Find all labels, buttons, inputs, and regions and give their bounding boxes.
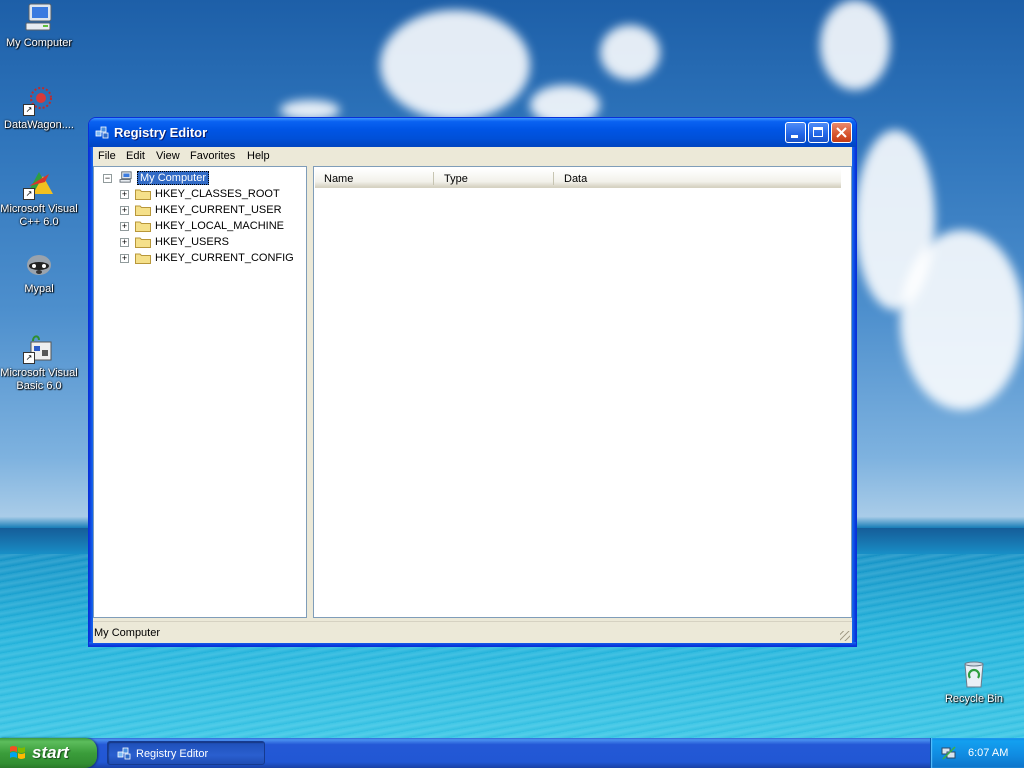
network-tray-icon[interactable] — [941, 745, 957, 761]
window-frame-right — [852, 147, 856, 646]
column-header-data[interactable]: Data — [564, 173, 587, 185]
expand-icon[interactable]: + — [120, 190, 129, 199]
desktop-icon-label: Mypal — [24, 283, 54, 295]
expand-icon[interactable]: + — [120, 254, 129, 263]
close-button[interactable] — [831, 122, 852, 143]
system-tray: 6:07 AM — [930, 738, 1024, 768]
recycle-bin-icon — [958, 658, 990, 690]
visual-cpp-icon: ↗ — [23, 168, 55, 200]
datawagon-icon: ↗ — [23, 84, 55, 116]
column-divider[interactable] — [553, 172, 554, 185]
start-button[interactable]: start — [0, 738, 97, 768]
start-label: start — [32, 743, 69, 762]
tree-label[interactable]: HKEY_CLASSES_ROOT — [155, 188, 280, 200]
expand-icon[interactable]: + — [120, 206, 129, 215]
minimize-button[interactable] — [785, 122, 806, 143]
menu-edit[interactable]: Edit — [126, 150, 145, 162]
desktop-icon-my-computer[interactable]: My Computer — [0, 2, 78, 50]
registry-values-pane[interactable]: Name Type Data — [313, 166, 852, 618]
window-title: Registry Editor — [114, 125, 208, 140]
folder-icon — [135, 221, 151, 232]
column-header-name[interactable]: Name — [324, 173, 353, 185]
column-header-type[interactable]: Type — [444, 173, 468, 185]
desktop-icon-visual-basic[interactable]: ↗ Microsoft Visual Basic 6.0 — [0, 332, 78, 393]
desktop-icon-visual-cpp[interactable]: ↗ Microsoft Visual C++ 6.0 — [0, 168, 78, 229]
registry-editor-icon — [95, 125, 110, 140]
shortcut-arrow-icon: ↗ — [23, 104, 35, 116]
mypal-raccoon-icon — [23, 248, 55, 280]
list-header: Name Type Data — [315, 169, 841, 188]
registry-tree-pane[interactable]: − My Computer + HKEY_CLASSES_ROOT + HKEY… — [93, 166, 307, 618]
column-divider[interactable] — [433, 172, 434, 185]
desktop-icon-datawagon[interactable]: ↗ DataWagon.... — [0, 84, 78, 132]
my-computer-icon — [119, 171, 132, 183]
desktop-icon-label: DataWagon.... — [4, 119, 74, 131]
menu-bar: File Edit View Favorites Help — [93, 147, 852, 166]
status-text: My Computer — [94, 627, 161, 639]
maximize-button[interactable] — [808, 122, 829, 143]
clock[interactable]: 6:07 AM — [968, 747, 1008, 759]
menu-help[interactable]: Help — [247, 150, 270, 162]
desktop-icon-label: Microsoft Visual C++ 6.0 — [0, 203, 78, 228]
shortcut-arrow-icon: ↗ — [23, 188, 35, 200]
taskbar: start Registry Editor 6:07 AM — [0, 738, 1024, 768]
expand-icon[interactable]: + — [120, 222, 129, 231]
desktop-icon-label: My Computer — [5, 37, 73, 49]
title-bar[interactable]: Registry Editor — [89, 118, 856, 147]
menu-view[interactable]: View — [156, 150, 180, 162]
status-bar: My Computer — [93, 621, 852, 643]
visual-basic-icon: ↗ — [23, 332, 55, 364]
desktop-icon-recycle-bin[interactable]: Recycle Bin — [935, 658, 1013, 706]
folder-icon — [135, 237, 151, 248]
shortcut-arrow-icon: ↗ — [23, 352, 35, 364]
tree-label[interactable]: HKEY_CURRENT_USER — [155, 204, 282, 216]
menu-file[interactable]: File — [98, 150, 116, 162]
registry-editor-icon — [117, 747, 131, 760]
maximize-icon — [813, 127, 823, 137]
expand-icon[interactable]: + — [120, 238, 129, 247]
windows-logo-icon — [10, 746, 25, 759]
minimize-icon — [791, 135, 798, 138]
taskbar-button-label: Registry Editor — [136, 748, 209, 760]
tree-label-my-computer[interactable]: My Computer — [137, 171, 210, 185]
folder-icon — [135, 253, 151, 264]
tree-label[interactable]: HKEY_LOCAL_MACHINE — [155, 220, 284, 232]
folder-icon — [135, 205, 151, 216]
desktop-icon-mypal[interactable]: Mypal — [0, 248, 78, 296]
menu-favorites[interactable]: Favorites — [190, 150, 235, 162]
tree-label[interactable]: HKEY_USERS — [155, 236, 229, 248]
desktop-icon-label: Microsoft Visual Basic 6.0 — [0, 367, 78, 392]
registry-editor-window: Registry Editor File Edit View Favorites… — [88, 117, 857, 647]
close-icon — [836, 127, 847, 138]
resize-grip-icon[interactable] — [840, 631, 850, 641]
taskbar-button-registry-editor[interactable]: Registry Editor — [107, 741, 265, 765]
desktop-icon-label: Recycle Bin — [944, 693, 1004, 705]
folder-icon — [135, 189, 151, 200]
my-computer-icon — [23, 2, 55, 34]
collapse-icon[interactable]: − — [103, 174, 112, 183]
tree-label[interactable]: HKEY_CURRENT_CONFIG — [155, 252, 294, 264]
